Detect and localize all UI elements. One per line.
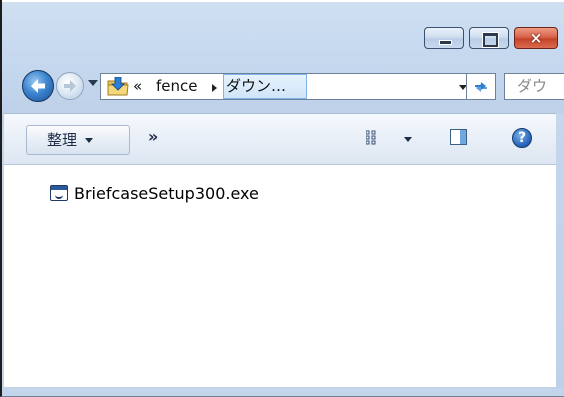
command-bar: 整理 » ? xyxy=(4,113,556,165)
window-frame-right xyxy=(556,113,564,389)
file-list-pane[interactable]: BriefcaseSetup300.exe xyxy=(4,165,556,388)
minimize-button[interactable] xyxy=(424,27,464,49)
explorer-window: × « fence ダウン… ダウ 整理 » ? BriefcaseSetup3… xyxy=(0,0,564,397)
maximize-icon xyxy=(482,32,499,48)
arrow-left-icon xyxy=(31,79,45,93)
breadcrumb-overflow-button[interactable]: « xyxy=(133,77,142,95)
window-controls: × xyxy=(424,27,558,51)
window-top-edge xyxy=(2,0,564,2)
back-button[interactable] xyxy=(22,70,54,102)
preview-pane-icon[interactable] xyxy=(450,129,467,145)
more-commands-button[interactable]: » xyxy=(148,127,158,146)
view-options-icon[interactable] xyxy=(366,130,384,146)
navigation-bar: « fence ダウン… ダウ xyxy=(22,66,564,106)
file-name: BriefcaseSetup300.exe xyxy=(74,183,259,203)
search-input[interactable]: ダウ xyxy=(504,73,564,100)
help-icon[interactable]: ? xyxy=(512,128,532,148)
exe-icon xyxy=(50,185,68,201)
close-button[interactable]: × xyxy=(514,27,558,49)
view-options-dropdown[interactable] xyxy=(404,137,412,142)
refresh-button[interactable] xyxy=(466,73,496,100)
recent-pages-dropdown[interactable] xyxy=(88,80,98,86)
arrow-right-icon xyxy=(64,80,76,92)
chevron-down-icon xyxy=(85,138,94,143)
breadcrumb-separator-icon[interactable] xyxy=(212,84,217,92)
breadcrumb-item-downloads[interactable]: ダウン… xyxy=(223,74,307,99)
organize-label: 整理 xyxy=(47,131,78,149)
minimize-icon xyxy=(439,40,452,45)
folder-download-icon xyxy=(107,77,129,96)
breadcrumb-item-fence[interactable]: fence xyxy=(156,77,198,95)
organize-button[interactable]: 整理 xyxy=(26,125,130,155)
list-item[interactable]: BriefcaseSetup300.exe xyxy=(50,182,259,204)
address-bar[interactable]: « fence ダウン… xyxy=(100,73,482,100)
forward-button[interactable] xyxy=(56,72,84,100)
refresh-icon xyxy=(475,81,487,92)
maximize-button[interactable] xyxy=(469,27,509,49)
close-icon: × xyxy=(529,29,543,47)
